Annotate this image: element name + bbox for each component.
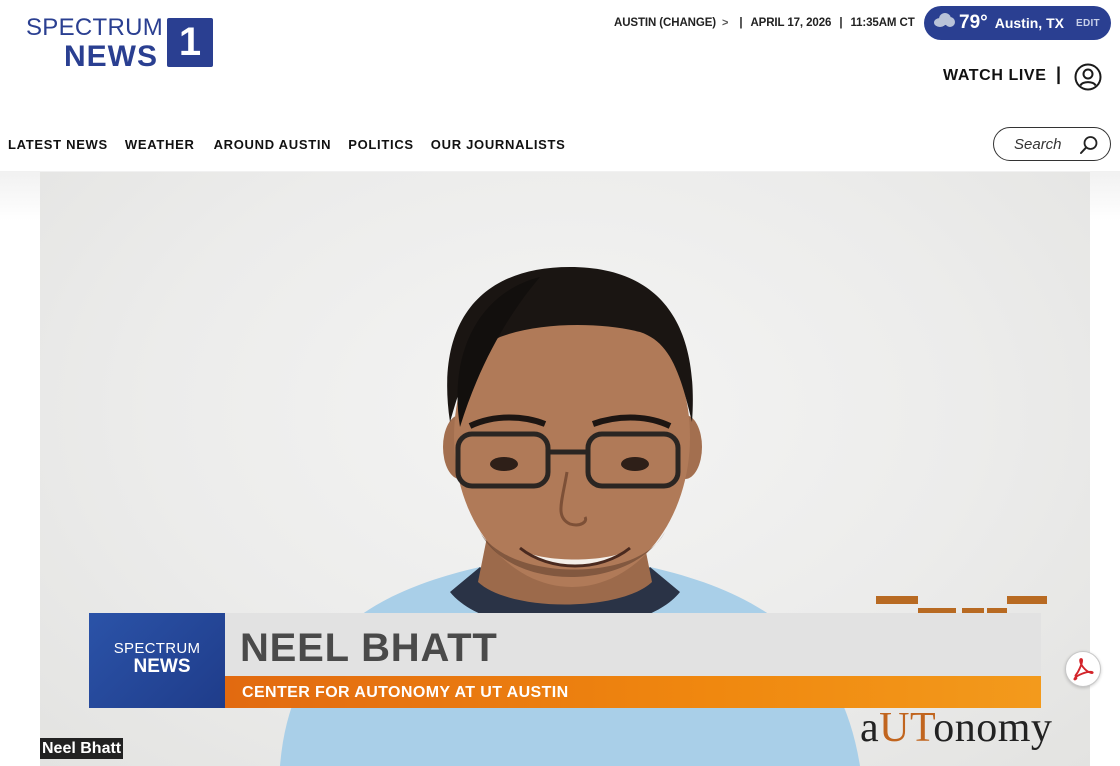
watch-live-link[interactable]: WATCH LIVE <box>943 67 1046 85</box>
search-box[interactable] <box>993 127 1111 161</box>
weather-temperature: 79° <box>959 12 988 33</box>
cloud-icon <box>932 12 956 28</box>
change-location-link[interactable]: AUSTIN (CHANGE) <box>614 17 716 29</box>
nav-item-latest-news[interactable]: LATEST NEWS <box>8 137 108 152</box>
divider: | <box>839 17 843 29</box>
chevron-right-icon: > <box>722 17 729 29</box>
pdf-icon[interactable] <box>1065 651 1101 687</box>
divider: | <box>739 17 743 29</box>
current-date: APRIL 17, 2026 <box>750 17 832 29</box>
logo-wordmark: SPECTRUM NEWS <box>26 14 164 73</box>
logo-line-news: NEWS <box>64 40 158 73</box>
spectrum-news-badge: SPECTRUM NEWS <box>89 613 225 708</box>
badge-line-spectrum: SPECTRUM <box>113 640 201 657</box>
nav-item-around-austin[interactable]: AROUND AUSTIN <box>214 137 332 152</box>
search-input[interactable] <box>1014 135 1078 153</box>
video-player[interactable]: aUTonomy SPECTRUM NEWS NEEL BHATT CENTER… <box>40 172 1090 766</box>
nav-item-politics[interactable]: POLITICS <box>348 137 414 152</box>
nav-item-weather[interactable]: WEATHER <box>125 137 195 152</box>
logo-part-ut: UT <box>879 705 934 751</box>
title-bar: CENTER FOR AUTONOMY AT UT AUSTIN <box>225 676 1041 708</box>
logo-part-onomy: onomy <box>933 705 1053 751</box>
name-bar: NEEL BHATT <box>225 613 1041 676</box>
spectrum-news-1-logo[interactable]: SPECTRUM NEWS 1 <box>26 14 218 73</box>
speaker-affiliation: CENTER FOR AUTONOMY AT UT AUSTIN <box>242 684 569 701</box>
location-date-bar: AUSTIN (CHANGE) > | APRIL 17, 2026 | 11:… <box>614 15 915 31</box>
user-icon[interactable] <box>1074 63 1102 91</box>
divider: | <box>1056 64 1062 84</box>
nav-item-our-journalists[interactable]: OUR JOURNALISTS <box>431 137 566 152</box>
center-for-autonomy-logo: aUTonomy <box>860 704 1052 752</box>
main-navigation: LATEST NEWS WEATHER AROUND AUSTIN POLITI… <box>8 137 583 152</box>
search-icon[interactable] <box>1079 135 1099 155</box>
weather-edit-button[interactable]: EDIT <box>1076 18 1100 29</box>
logo-part-a: a <box>860 705 880 751</box>
badge-line-news: NEWS <box>133 656 191 677</box>
lower-third-graphic: SPECTRUM NEWS NEEL BHATT CENTER FOR AUTO… <box>89 613 1041 708</box>
weather-location: Austin, TX <box>994 15 1064 31</box>
participant-name-tag: Neel Bhatt <box>40 738 124 759</box>
speaker-name: NEEL BHATT <box>240 626 498 670</box>
logo-number-box: 1 <box>167 18 213 67</box>
weather-widget[interactable]: 79° Austin, TX EDIT <box>924 6 1111 40</box>
current-time: 11:35AM CT <box>850 17 915 29</box>
logo-line-spectrum: SPECTRUM <box>26 14 164 41</box>
